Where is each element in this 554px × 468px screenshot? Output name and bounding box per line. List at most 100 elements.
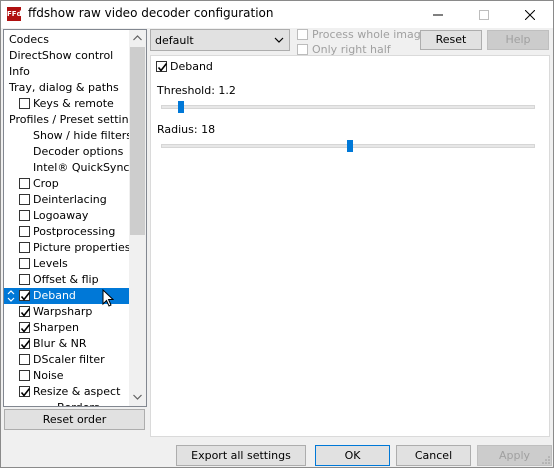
tree-item-label: Crop [33,177,59,190]
threshold-label: Threshold: 1.2 [157,84,236,97]
tree-item[interactable]: Profiles / Preset settings [4,112,141,128]
tree-item[interactable]: Keys & remote [4,96,129,112]
deband-enable-checkbox[interactable] [156,61,168,72]
tree-item-checkbox[interactable] [19,354,30,365]
tree-item-label: Levels [33,257,68,270]
tree-item-label: Noise [33,369,64,382]
tree-item[interactable]: Logoaway [4,208,129,224]
chevron-down-icon [274,37,284,43]
chevron-up-icon [133,35,142,41]
title-bar[interactable]: FFds ffdshow raw video decoder configura… [1,1,553,28]
tree-item-label: Deband [33,289,76,302]
mouse-cursor-icon [102,289,114,307]
tree-item-label: Borders [57,400,100,406]
tree-item-label: Info [9,65,30,78]
reset-order-button[interactable]: Reset order [4,409,145,430]
tree-item-checkbox[interactable] [19,370,30,381]
app-window: FFds ffdshow raw video decoder configura… [0,0,554,468]
tree-item[interactable]: Tray, dialog & paths [4,80,129,96]
checkmark-icon [157,63,168,72]
tree-item-checkbox[interactable] [19,386,31,397]
tree-item[interactable]: Noise [4,368,129,384]
checkmark-icon [20,388,31,397]
process-whole-image-label: Process whole image [312,28,428,41]
minimize-icon [433,14,443,15]
tree-item-label: Picture properties [33,241,131,254]
tree-item[interactable]: Resize & aspect [4,384,129,400]
tree-item[interactable]: Borders [4,400,129,406]
reorder-spin-icon[interactable] [7,289,15,303]
help-button: Help [487,30,549,50]
tree-item-checkbox[interactable] [19,274,30,285]
ok-button[interactable]: OK [315,445,390,466]
tree-item-label: DScaler filter [33,353,105,366]
maximize-icon [479,9,489,20]
tree-item-checkbox[interactable] [19,338,31,349]
tree-item-label: Intel® QuickSync [33,161,130,174]
only-right-half-checkbox [297,44,308,55]
tree-item-label: Logoaway [33,209,89,222]
checkmark-icon [20,340,31,349]
tree-item-checkbox[interactable] [19,322,31,333]
tree-item-label: Postprocessing [33,225,116,238]
cancel-button[interactable]: Cancel [396,445,471,466]
checkmark-icon [20,324,31,333]
close-button[interactable] [507,1,553,28]
tree-item[interactable]: Intel® QuickSync [4,160,129,176]
ffdshow-app-icon: FFds [7,7,26,21]
tree-item-label: Warpsharp [33,305,93,318]
tree-item[interactable]: Sharpen [4,320,129,336]
preset-value: default [155,34,194,47]
tree-item[interactable]: Codecs [4,32,129,48]
filter-tree[interactable]: Codecs DirectShow control Info Tray, dialog… [3,29,147,407]
tree-item[interactable]: DirectShow control [4,48,129,64]
minimize-button[interactable] [415,1,461,28]
tree-item-checkbox[interactable] [19,242,30,253]
tree-item-label: DirectShow control [9,49,114,62]
tree-item[interactable]: Info [4,64,129,80]
tree-item-label: Offset & flip [33,273,99,286]
tree-item-label: Show / hide filters [33,129,132,142]
tree-item[interactable]: Levels [4,256,129,272]
tree-scrollbar[interactable] [129,30,146,406]
tree-item-label: Resize & aspect [33,385,121,398]
tree-item[interactable]: DScaler filter [4,352,129,368]
preset-dropdown[interactable]: default [150,29,290,51]
tree-item[interactable]: Show / hide filters [4,128,132,144]
tree-item-label: Tray, dialog & paths [9,81,119,94]
tree-item[interactable]: Offset & flip [4,272,129,288]
radius-slider-thumb[interactable] [347,140,353,152]
tree-item[interactable]: Blur & NR [4,336,129,352]
tree-item[interactable]: Decoder options [4,144,129,160]
tree-item-label: Keys & remote [33,97,114,110]
tree-item[interactable]: Crop [4,176,129,192]
scroll-thumb[interactable] [130,47,145,235]
checkmark-icon [20,308,31,317]
tree-item-checkbox[interactable] [19,178,30,189]
tree-item-checkbox[interactable] [19,258,30,269]
scroll-down-arrow[interactable] [129,389,146,406]
tree-item[interactable]: Picture properties [4,240,131,256]
tree-item-checkbox[interactable] [19,306,31,317]
chevron-down-icon [133,394,142,400]
scroll-up-arrow[interactable] [129,30,146,47]
tree-item-checkbox[interactable] [19,290,31,301]
tree-item-label: Profiles / Preset settings [9,113,142,126]
checkmark-icon [20,292,31,301]
tree-item[interactable]: Deinterlacing [4,192,129,208]
threshold-slider-track[interactable] [161,105,535,109]
tree-item-checkbox[interactable] [19,210,30,221]
deband-settings-panel: Deband Threshold: 1.2 Radius: 18 [150,55,550,437]
tree-item-checkbox[interactable] [19,194,30,205]
resize-grip-icon[interactable] [541,455,551,465]
tree-item[interactable]: Postprocessing [4,224,129,240]
tree-item-label: Sharpen [33,321,79,334]
maximize-button [461,1,507,28]
tree-item-checkbox[interactable] [19,226,30,237]
tree-item-label: Decoder options [33,145,124,158]
threshold-slider-thumb[interactable] [177,101,184,113]
close-icon [525,9,535,20]
reset-button[interactable]: Reset [420,30,482,50]
tree-item-checkbox[interactable] [19,98,30,109]
export-all-settings-button[interactable]: Export all settings [176,445,306,466]
